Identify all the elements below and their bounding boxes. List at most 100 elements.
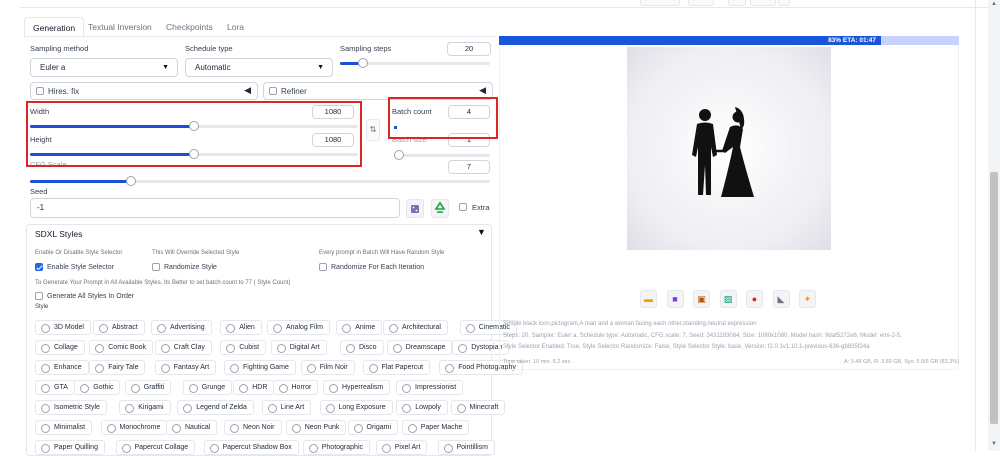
style-radio-pixel-art[interactable]: Pixel Art (375, 440, 428, 455)
hires-fix-label: Hires. fix (48, 87, 80, 96)
hires-fix-checkbox[interactable] (36, 87, 44, 95)
style-radio-photographic[interactable]: Photographic (302, 440, 371, 455)
output-params: Steps: 20, Sampler: Euler a, Schedule ty… (503, 333, 902, 339)
triangle-left-icon[interactable]: ◀ (244, 85, 251, 96)
style-radio-hdr[interactable]: HDR (233, 380, 275, 395)
extra-checkbox[interactable] (459, 203, 467, 211)
style-radio-paper-quilling[interactable]: Paper Quilling (35, 440, 105, 455)
extra-label: Extra (472, 203, 490, 212)
style-radio-fighting-game[interactable]: Fighting Game (224, 360, 296, 375)
style-radio-flat-papercut[interactable]: Flat Papercut (362, 360, 431, 375)
output-prompt: Simple black icon,pictogram,A man and a … (503, 321, 757, 327)
enable-style-selector-checkbox[interactable] (35, 263, 43, 271)
style-radio-paper-mache[interactable]: Paper Mache (401, 420, 470, 435)
sampling-steps-slider[interactable] (340, 58, 490, 68)
style-radio-neon-noir[interactable]: Neon Noir (224, 420, 282, 435)
style-radio-hyperrealism[interactable]: Hyperrealism (323, 380, 391, 395)
style-radio-horror[interactable]: Horror (272, 380, 319, 395)
style-radio-architectural[interactable]: Architectural (383, 320, 448, 335)
style-radio-line-art[interactable]: Line Art (261, 400, 312, 415)
style-radio-anime[interactable]: Anime (336, 320, 383, 335)
generate-all-styles-checkbox[interactable] (35, 292, 43, 300)
style-radio-graffiti[interactable]: Graffiti (124, 380, 172, 395)
scroll-down-icon[interactable]: ▼ (990, 441, 998, 447)
style-radio-papercut-collage[interactable]: Papercut Collage (115, 440, 196, 455)
randomize-style-checkbox[interactable] (152, 263, 160, 271)
tab-generation[interactable]: Generation (24, 17, 85, 37)
sampling-method-dropdown[interactable]: Euler a ▼ (30, 58, 178, 77)
cfg-scale-input[interactable]: 7 (448, 160, 490, 174)
top-ghost-button (728, 0, 746, 6)
cfg-scale-handle[interactable] (126, 176, 137, 186)
ruler-icon[interactable]: ◣ (772, 290, 790, 308)
style-radio-impressionist[interactable]: Impressionist (396, 380, 464, 395)
style-radio-kirigami[interactable]: Kirigami (119, 400, 171, 415)
style-radio-long-exposure[interactable]: Long Exposure (319, 400, 393, 415)
style-radio-lowpoly[interactable]: Lowpoly (396, 400, 448, 415)
zip-icon[interactable]: ▣ (693, 290, 710, 308)
randomize-each-iteration-label: Randomize For Each Iteration (331, 264, 424, 271)
hires-fix-accordion[interactable]: Hires. fix ◀ (30, 82, 258, 100)
style-radio-neon-punk[interactable]: Neon Punk (285, 420, 347, 435)
cfg-scale-slider[interactable] (30, 176, 490, 186)
style-radio-advertising[interactable]: Advertising (151, 320, 212, 335)
sampling-steps-input[interactable]: 20 (447, 42, 491, 56)
style-radio-monochrome[interactable]: Monochrome (100, 420, 168, 435)
randomize-each-iteration-checkbox[interactable] (319, 263, 327, 271)
style-radio-papercut-shadow-box[interactable]: Papercut Shadow Box (203, 440, 299, 455)
recycle-icon[interactable] (431, 199, 449, 218)
style-radio-digital-art[interactable]: Digital Art (270, 340, 327, 355)
style-radio-analog-film[interactable]: Analog Film (267, 320, 330, 335)
couple-silhouette-icon (692, 107, 754, 197)
style-radio-pointillism[interactable]: Pointillism (437, 440, 496, 455)
style-radio-abstract[interactable]: Abstract (93, 320, 145, 335)
style-radio-craft-clay[interactable]: Craft Clay (154, 340, 212, 355)
sampling-steps-handle[interactable] (357, 58, 368, 68)
style-radio-comic-book[interactable]: Comic Book (89, 340, 153, 355)
palette-icon[interactable]: ● (746, 290, 763, 308)
style-radio-cubist[interactable]: Cubist (220, 340, 267, 355)
style-radio-fairy-tale[interactable]: Fairy Tale (89, 360, 146, 375)
swap-arrows-icon[interactable]: ⇅ (366, 119, 380, 141)
style-radio-enhance[interactable]: Enhance (35, 360, 89, 375)
highlight-box-batch-count (388, 97, 498, 139)
style-radio-dreamscape[interactable]: Dreamscape (386, 340, 453, 355)
style-radio-collage[interactable]: Collage (35, 340, 85, 355)
style-radio-3d-model[interactable]: 3D Model (35, 320, 91, 335)
style-radio-grunge[interactable]: Grunge (182, 380, 233, 395)
tab-textual-inversion[interactable]: Textual Inversion (80, 17, 160, 37)
chevron-down-icon: ▼ (162, 64, 169, 71)
scroll-up-icon[interactable]: ▲ (990, 1, 998, 7)
folder-icon[interactable]: ▬ (640, 290, 657, 308)
refiner-checkbox[interactable] (269, 87, 277, 95)
triangle-left-icon[interactable]: ◀ (479, 85, 486, 96)
style-radio-origami[interactable]: Origami (347, 420, 399, 435)
style-radio-minecraft[interactable]: Minecraft (450, 400, 506, 415)
batch-size-slider[interactable] (394, 150, 490, 160)
tab-checkpoints[interactable]: Checkpoints (158, 17, 221, 37)
dice-icon[interactable] (406, 199, 424, 218)
top-ghost-field (640, 0, 680, 6)
sparkle-icon[interactable]: ✦ (799, 290, 816, 308)
style-radio-legend-of-zelda[interactable]: Legend of Zelda (177, 400, 254, 415)
style-radio-film-noir[interactable]: Film Noir (300, 360, 355, 375)
style-radio-alien[interactable]: Alien (220, 320, 262, 335)
save-icon[interactable]: ■ (666, 290, 684, 308)
generated-image[interactable] (627, 47, 831, 250)
tab-lora[interactable]: Lora (219, 17, 252, 37)
style-radio-disco[interactable]: Disco (340, 340, 384, 355)
schedule-type-dropdown[interactable]: Automatic ▼ (185, 58, 333, 77)
seed-input[interactable]: -1 (30, 198, 400, 218)
image-icon[interactable]: ▨ (719, 290, 737, 308)
triangle-down-icon[interactable]: ▼ (477, 227, 486, 237)
generate-all-styles-label: Generate All Styles In Order (47, 293, 135, 300)
style-radio-fantasy-art[interactable]: Fantasy Art (154, 360, 217, 375)
style-radio-minimalist[interactable]: Minimalist (35, 420, 93, 435)
style-radio-gta[interactable]: GTA (35, 380, 75, 395)
style-radio-nautical[interactable]: Nautical (166, 420, 218, 435)
scrollbar-thumb[interactable] (990, 172, 998, 424)
batch-size-handle[interactable] (394, 150, 404, 160)
style-radio-isometric-style[interactable]: Isometric Style (35, 400, 107, 415)
tab-divider (24, 36, 495, 37)
style-radio-gothic[interactable]: Gothic (74, 380, 121, 395)
